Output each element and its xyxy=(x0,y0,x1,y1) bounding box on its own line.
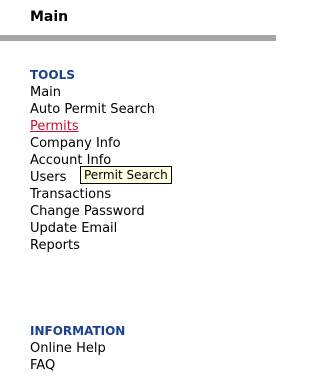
tools-section-heading: TOOLS xyxy=(30,68,75,82)
nav-link-permits[interactable]: Permits xyxy=(30,118,155,135)
information-section-heading: INFORMATION xyxy=(30,324,126,338)
nav-link-company-info[interactable]: Company Info xyxy=(30,135,155,152)
nav-link-online-help[interactable]: Online Help xyxy=(30,340,106,357)
header-divider xyxy=(0,35,276,41)
nav-link-faq[interactable]: FAQ xyxy=(30,357,106,374)
permit-search-tooltip: Permit Search xyxy=(80,166,172,184)
nav-link-reports[interactable]: Reports xyxy=(30,237,155,254)
nav-link-change-password[interactable]: Change Password xyxy=(30,203,155,220)
nav-link-main[interactable]: Main xyxy=(30,84,155,101)
page-title: Main xyxy=(30,9,69,25)
nav-link-update-email[interactable]: Update Email xyxy=(30,220,155,237)
nav-link-transactions[interactable]: Transactions xyxy=(30,186,155,203)
nav-link-auto-permit-search[interactable]: Auto Permit Search xyxy=(30,101,155,118)
information-nav-list: Online Help FAQ xyxy=(30,340,106,374)
